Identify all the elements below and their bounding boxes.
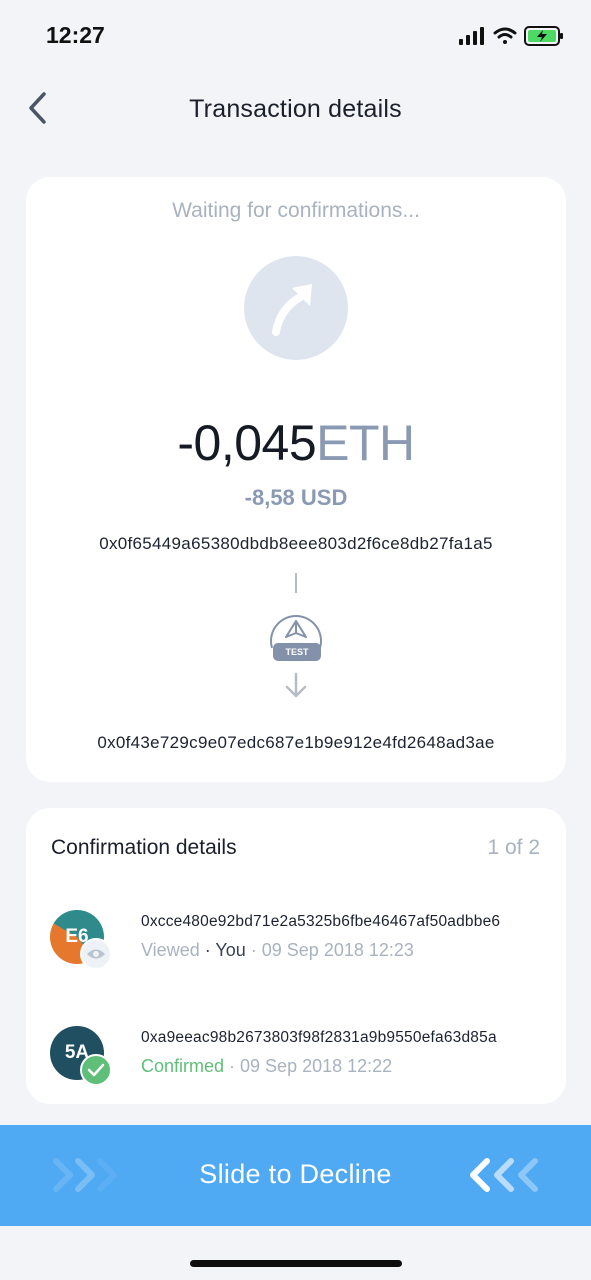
arrow-down-icon bbox=[285, 672, 307, 698]
network-label: TEST bbox=[273, 643, 321, 661]
checkmark-icon bbox=[87, 1063, 105, 1077]
avatar-initials: 5A bbox=[64, 1042, 90, 1063]
avatar-initials: E6 bbox=[65, 926, 89, 947]
confirmation-title: Confirmation details bbox=[51, 836, 237, 859]
signer-who: You bbox=[215, 940, 246, 960]
transaction-card: Waiting for confirmations... -0,045ETH -… bbox=[26, 177, 566, 782]
status-icons bbox=[459, 24, 569, 55]
signer-address: 0xa9eeac98b2673803f98f2831a9b9550efa63d8… bbox=[141, 1029, 497, 1046]
signer-status: Viewed bbox=[141, 940, 200, 960]
signer-meta: Confirmed · 09 Sep 2018 12:22 bbox=[141, 1056, 392, 1077]
page-title: Transaction details bbox=[189, 95, 402, 123]
cellular-signal-icon bbox=[459, 27, 484, 45]
eye-icon bbox=[87, 949, 105, 959]
wifi-icon bbox=[493, 27, 517, 44]
signer-timestamp: · 09 Sep 2018 12:22 bbox=[224, 1056, 393, 1076]
amount-currency: ETH bbox=[316, 415, 415, 471]
signer-row[interactable]: E6 0xcce480e92bd71e2a5325b6fbe46467af50a… bbox=[50, 910, 550, 974]
triple-chevron-left-icon bbox=[470, 1158, 538, 1192]
status-bar: 12:27 bbox=[0, 0, 591, 72]
status-time: 12:27 bbox=[46, 22, 105, 48]
meta-separator: · bbox=[199, 940, 216, 960]
signer-status: Confirmed bbox=[141, 1056, 225, 1076]
confirmation-details-card: Confirmation details 1 of 2 E6 0xcce480e… bbox=[26, 808, 566, 1104]
amount: -0,045ETH bbox=[26, 413, 566, 473]
signer-address: 0xcce480e92bd71e2a5325b6fbe46467af50adbb… bbox=[141, 913, 501, 930]
sender-address[interactable]: 0x0f65449a65380dbdb8eee803d2f6ce8db27fa1… bbox=[26, 534, 566, 554]
recipient-address[interactable]: 0x0f43e729c9e07edc687e1b9e912e4fd2648ad3… bbox=[26, 733, 566, 753]
transaction-status: Waiting for confirmations... bbox=[172, 199, 420, 222]
signer-timestamp: · 09 Sep 2018 12:23 bbox=[245, 940, 414, 960]
signer-row[interactable]: 5A 0xa9eeac98b2673803f98f2831a9b9550efa6… bbox=[50, 1026, 550, 1090]
slide-to-decline-control[interactable]: Slide to Decline bbox=[0, 1125, 591, 1226]
home-indicator bbox=[190, 1260, 402, 1267]
navigation-bar: Transaction details bbox=[0, 72, 591, 148]
battery-charging-icon bbox=[524, 26, 563, 46]
signer-meta: Viewed · You · 09 Sep 2018 12:23 bbox=[141, 940, 414, 961]
amount-value: -0,045 bbox=[177, 415, 317, 471]
flow-divider bbox=[295, 573, 297, 593]
outgoing-arrow-icon bbox=[272, 284, 312, 336]
outgoing-transaction-badge bbox=[244, 256, 348, 360]
fiat-amount: -8,58 USD bbox=[244, 485, 348, 510]
confirmation-count: 1 of 2 bbox=[487, 836, 540, 859]
